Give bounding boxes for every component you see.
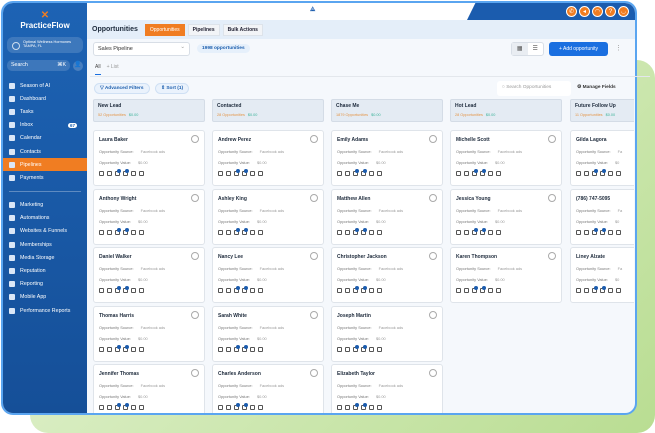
sidebar-item-label: Reputation bbox=[20, 268, 46, 275]
sidebar-item-automations[interactable]: Automations bbox=[3, 212, 87, 225]
search-button[interactable]: Search ⌘K bbox=[7, 60, 70, 71]
sidebar-item-pipelines[interactable]: Pipelines bbox=[3, 158, 87, 172]
sort-label: Sort (1) bbox=[166, 86, 184, 91]
sidebar-item-label: Pipelines bbox=[20, 161, 42, 168]
inbox-badge: 67 bbox=[67, 122, 77, 128]
nav-icon bbox=[9, 281, 15, 288]
sidebar-item-inbox[interactable]: Inbox 67 bbox=[3, 119, 87, 132]
add-opportunity-button[interactable]: + Add opportunity bbox=[549, 42, 608, 56]
location-city: TAMPA, FL bbox=[23, 44, 43, 48]
sidebar-item-label: Automations bbox=[20, 215, 50, 222]
phone-icon[interactable]: ✆ bbox=[566, 6, 577, 17]
manage-fields-button[interactable]: ⚙ Manage Fields bbox=[577, 85, 616, 90]
profile-icon[interactable]: ◡ bbox=[618, 6, 629, 17]
nav-icon bbox=[9, 307, 15, 314]
megaphone-icon[interactable]: ◂ bbox=[579, 6, 590, 17]
sidebar-item-label: Payments bbox=[20, 174, 44, 181]
sidebar-item-media-storage[interactable]: Media Storage bbox=[3, 251, 87, 264]
pipeline-select[interactable]: Sales Pipeline bbox=[93, 42, 190, 56]
nav-icon bbox=[9, 82, 15, 89]
brand-logo: ✕ PracticeFlow bbox=[20, 10, 70, 31]
nav-icon bbox=[9, 202, 15, 209]
list-view-icon[interactable]: ☰ bbox=[528, 43, 544, 55]
nav-icon bbox=[9, 294, 15, 301]
sidebar-item-performance-reports[interactable]: Performance Reports bbox=[3, 304, 87, 317]
sidebar-item-label: Inbox bbox=[20, 122, 33, 129]
view-tab-all[interactable]: All bbox=[95, 64, 101, 75]
nav-icon bbox=[9, 254, 15, 261]
sidebar-item-label: Memberships bbox=[20, 241, 52, 248]
nav-icon bbox=[9, 241, 15, 248]
divider bbox=[90, 76, 650, 77]
help-icon[interactable]: ? bbox=[605, 6, 616, 17]
sidebar-item-mobile-app[interactable]: Mobile App bbox=[3, 291, 87, 304]
search-shortcut: ⌘K bbox=[57, 62, 66, 68]
divider bbox=[9, 190, 81, 192]
top-bar: ⟁ ✆ ◂ ◠? ◡ bbox=[87, 3, 635, 20]
more-options-icon[interactable]: ⋮ bbox=[615, 44, 622, 52]
sidebar: ✕ PracticeFlow Optimal Wellness Hormones T… bbox=[3, 3, 87, 413]
sidebar-item-label: Media Storage bbox=[20, 254, 55, 261]
manage-fields-label: Manage Fields bbox=[582, 85, 616, 90]
sidebar-item-memberships[interactable]: Memberships bbox=[3, 238, 87, 251]
nav-icon bbox=[9, 108, 15, 115]
center-logo-icon: ⟁ bbox=[310, 7, 316, 13]
nav-icon bbox=[9, 268, 15, 275]
sidebar-item-marketing[interactable]: Marketing bbox=[3, 199, 87, 212]
nav-icon bbox=[9, 174, 15, 181]
sidebar-item-calendar[interactable]: Calendar bbox=[3, 132, 87, 145]
nav-icon bbox=[9, 148, 15, 155]
location-switcher[interactable]: Optimal Wellness Hormones TAMPA, FL bbox=[7, 37, 83, 53]
search-opportunities-input[interactable]: ○ Search Opportunities bbox=[497, 81, 571, 96]
search-label: Search bbox=[11, 62, 28, 68]
sidebar-item-tasks[interactable]: Tasks bbox=[3, 105, 87, 118]
sidebar-item-label: Websites & Funnels bbox=[20, 228, 68, 235]
sidebar-item-payments[interactable]: Payments bbox=[3, 171, 87, 184]
sidebar-item-dashboard[interactable]: Dashboard bbox=[3, 92, 87, 105]
sidebar-item-reporting[interactable]: Reporting bbox=[3, 278, 87, 291]
sidebar-item-label: Reporting bbox=[20, 281, 43, 288]
tab-bulk-actions[interactable]: Bulk Actions bbox=[222, 23, 263, 36]
sidebar-item-label: Marketing bbox=[20, 202, 44, 209]
sidebar-item-reputation[interactable]: Reputation bbox=[3, 264, 87, 277]
nav-icon bbox=[9, 215, 15, 222]
nav-icon bbox=[9, 161, 15, 168]
brand-name: PracticeFlow bbox=[20, 21, 70, 30]
sidebar-item-label: Mobile App bbox=[20, 294, 47, 301]
tab-pipelines[interactable]: Pipelines bbox=[187, 23, 220, 36]
sort-button[interactable]: ⇕ Sort (1) bbox=[155, 83, 190, 94]
page-title: Opportunities bbox=[92, 26, 138, 33]
view-toggle: ▦ ☰ bbox=[511, 42, 544, 56]
filters-label: Advanced Filters bbox=[104, 86, 144, 91]
tab-opportunities[interactable]: Opportunities bbox=[144, 23, 185, 36]
sidebar-item-label: Dashboard bbox=[20, 95, 46, 102]
sidebar-item-label: Season of AI bbox=[20, 82, 51, 89]
nav-icon bbox=[9, 135, 15, 142]
sidebar-item-contacts[interactable]: Contacts bbox=[3, 145, 87, 158]
nav-icon bbox=[9, 95, 15, 102]
nav-icon bbox=[9, 122, 15, 129]
page-header: Opportunities Opportunities Pipelines Bu… bbox=[87, 20, 635, 39]
sidebar-item-label: Performance Reports bbox=[20, 307, 71, 314]
sidebar-item-websites-funnels[interactable]: Websites & Funnels bbox=[3, 225, 87, 238]
opportunity-count: 1998 opportunities bbox=[197, 44, 250, 53]
search-placeholder: Search Opportunities bbox=[506, 85, 552, 90]
nav-icon bbox=[9, 228, 15, 235]
user-icon[interactable]: 👤 bbox=[73, 60, 83, 71]
sidebar-item-label: Calendar bbox=[20, 135, 42, 142]
sidebar-item-label: Contacts bbox=[20, 148, 41, 155]
bell-icon[interactable]: ◠ bbox=[592, 6, 603, 17]
sidebar-item-label: Tasks bbox=[20, 108, 34, 115]
grid-view-icon[interactable]: ▦ bbox=[512, 43, 528, 55]
advanced-filters-button[interactable]: ▽ Advanced Filters bbox=[94, 83, 150, 94]
sidebar-item-season-of-ai[interactable]: Season of AI bbox=[3, 79, 87, 92]
add-list-tab[interactable]: + List bbox=[107, 64, 119, 75]
